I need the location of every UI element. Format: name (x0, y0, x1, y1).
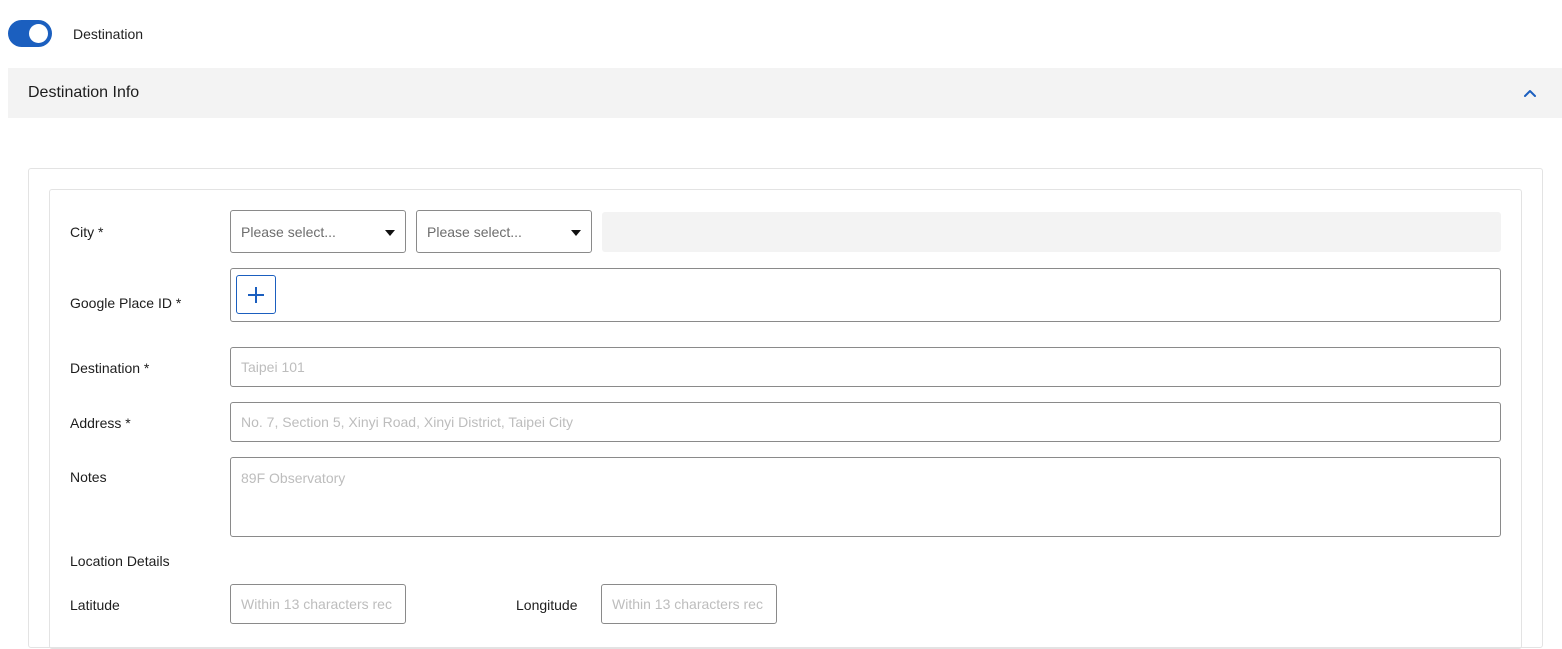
destination-toggle-row: Destination (8, 20, 143, 47)
notes-label: Notes (70, 469, 107, 485)
plus-icon (248, 287, 264, 303)
latitude-label: Latitude (70, 597, 120, 613)
caret-down-icon (571, 230, 581, 236)
city-country-select[interactable]: Please select... (230, 210, 406, 253)
google-place-id-label: Google Place ID * (70, 295, 182, 311)
caret-down-icon (385, 230, 395, 236)
add-place-button[interactable] (236, 275, 276, 314)
google-place-id-field (230, 268, 1501, 322)
destination-info-header[interactable]: Destination Info (8, 68, 1562, 118)
city-select[interactable]: Please select... (416, 210, 592, 253)
toggle-knob (29, 24, 48, 43)
longitude-label: Longitude (516, 597, 578, 613)
section-title: Destination Info (28, 84, 140, 101)
destination-input[interactable] (230, 347, 1501, 387)
location-details-heading: Location Details (70, 553, 170, 569)
longitude-input[interactable] (601, 584, 777, 624)
notes-textarea[interactable] (230, 457, 1501, 537)
chevron-up-icon[interactable] (1522, 85, 1538, 101)
toggle-label: Destination (73, 25, 144, 42)
address-label: Address * (70, 415, 131, 431)
select-value: Please select... (427, 223, 522, 240)
destination-label: Destination * (70, 360, 150, 376)
city-readonly-field (602, 212, 1501, 252)
city-label: City * (70, 224, 104, 240)
address-input[interactable] (230, 402, 1501, 442)
latitude-input[interactable] (230, 584, 406, 624)
destination-toggle[interactable] (8, 20, 52, 47)
select-value: Please select... (241, 223, 336, 240)
